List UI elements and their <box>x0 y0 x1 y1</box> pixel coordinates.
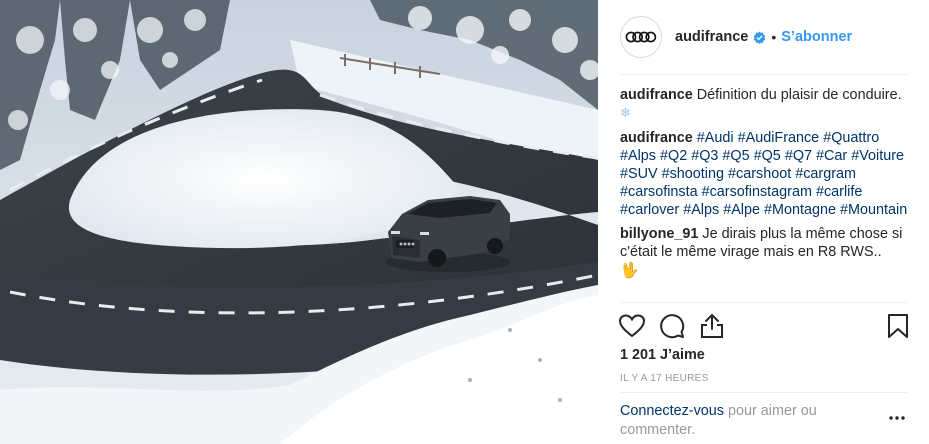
comments-list: audifrance Définition du plaisir de cond… <box>620 86 912 286</box>
hashtag-link[interactable]: #Q5 <box>754 148 781 164</box>
post-timestamp[interactable]: IL Y A 17 HEURES <box>620 373 709 384</box>
post-header: audifrance • S’abonner <box>620 15 908 59</box>
post-side-panel: audifrance • S’abonner audifrance Défini… <box>598 0 929 444</box>
comment-item: audifrance Définition du plaisir de cond… <box>620 86 912 123</box>
hashtag-link[interactable]: #Audi <box>697 130 734 146</box>
comment-author[interactable]: billyone_91 <box>620 226 698 242</box>
hashtag-link[interactable]: #carshoot <box>728 166 791 182</box>
hashtag-link[interactable]: #carsofinstagram <box>702 184 812 200</box>
likes-count[interactable]: 1 201 J’aime <box>620 347 705 363</box>
snowflake-icon: ❄ <box>620 106 631 121</box>
hashtag-link[interactable]: #Montagne <box>764 202 836 218</box>
comment-item: billyone_91 Je dirais plus la même chose… <box>620 225 912 280</box>
heart-icon[interactable] <box>618 312 646 340</box>
hashtag-link[interactable]: #carsofinsta <box>620 184 698 200</box>
header-divider <box>620 74 908 75</box>
snowy-hairpin-road-image <box>0 0 598 444</box>
comment-author[interactable]: audifrance <box>620 87 693 103</box>
more-options-icon[interactable] <box>886 412 908 424</box>
post-photo[interactable] <box>0 0 598 444</box>
hashtag-link[interactable]: #shooting <box>662 166 724 182</box>
hashtag-link[interactable]: #carlover <box>620 202 679 218</box>
hashtag-link[interactable]: #Q5 <box>722 148 749 164</box>
vulcan-salute-icon: 🖖 <box>620 261 639 279</box>
follow-button[interactable]: S’abonner <box>781 29 852 45</box>
hashtag-link[interactable]: #Q7 <box>785 148 812 164</box>
hashtag-link[interactable]: #cargram <box>795 166 856 182</box>
hashtag-link[interactable]: #Voiture <box>851 148 904 164</box>
hashtag-link[interactable]: #Q2 <box>660 148 687 164</box>
hashtag-link[interactable]: #SUV <box>620 166 658 182</box>
comment-text: Définition du plaisir de conduire. <box>696 87 902 103</box>
hashtag-link[interactable]: #Q3 <box>691 148 718 164</box>
post-author[interactable]: audifrance <box>675 29 748 45</box>
audi-rings-logo <box>625 31 657 43</box>
actions-divider <box>620 302 908 303</box>
login-link[interactable]: Connectez-vous <box>620 403 724 419</box>
footer-divider <box>620 392 908 393</box>
hashtag-link[interactable]: #Alps <box>620 148 656 164</box>
hashtag-link[interactable]: #carlife <box>816 184 862 200</box>
login-prompt: Connectez-vous pour aimer ou commenter. <box>620 402 870 440</box>
hashtag-link[interactable]: #Alpe <box>723 202 760 218</box>
header-separator: • <box>771 29 777 45</box>
hashtag-link[interactable]: #Mountain <box>840 202 907 218</box>
hashtag-link[interactable]: #Alps <box>683 202 719 218</box>
hashtag-link[interactable]: #AudiFrance <box>738 130 820 146</box>
comment-author[interactable]: audifrance <box>620 130 693 146</box>
share-icon[interactable] <box>698 312 726 340</box>
avatar[interactable] <box>620 16 662 58</box>
hashtag-link[interactable]: #Quattro <box>823 130 879 146</box>
comment-icon[interactable] <box>658 312 686 340</box>
verified-badge-icon <box>753 30 766 44</box>
comment-item: audifrance #Audi #AudiFrance #Quattro #A… <box>620 129 912 219</box>
post-actions <box>618 312 910 342</box>
bookmark-icon[interactable] <box>884 312 912 340</box>
hashtag-link[interactable]: #Car <box>816 148 847 164</box>
